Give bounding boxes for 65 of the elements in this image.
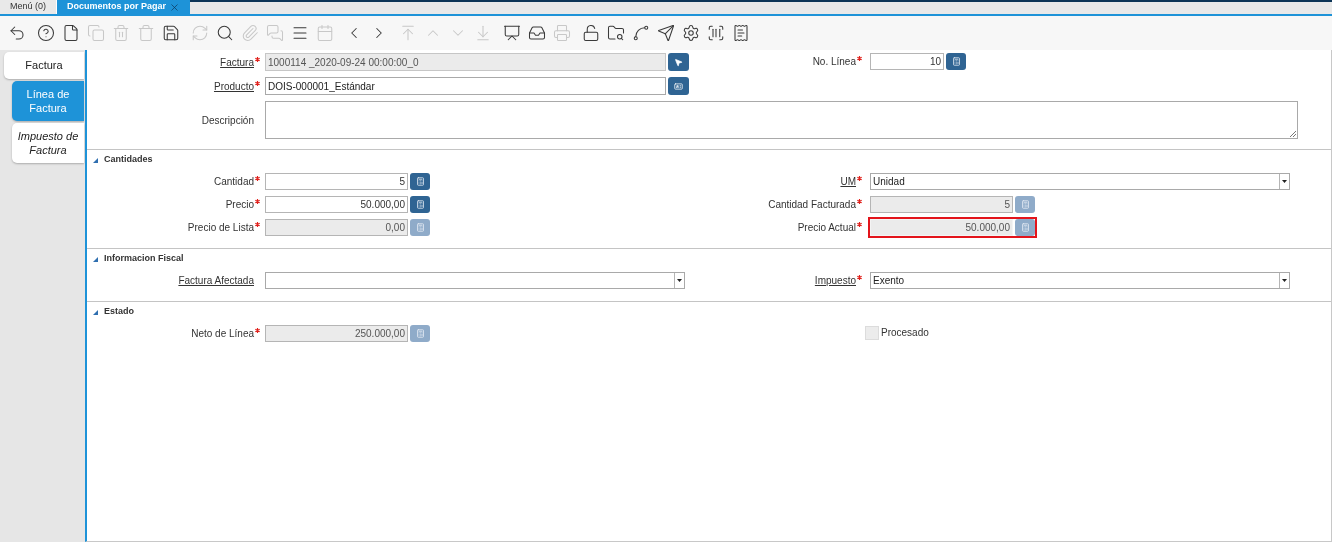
folder-search-icon[interactable] <box>606 24 625 42</box>
dropdown-arrow-icon[interactable] <box>1279 273 1289 288</box>
collapse-icon[interactable] <box>93 309 98 315</box>
number-field[interactable]: 0,00 <box>265 219 408 236</box>
cursor-icon[interactable] <box>674 57 683 67</box>
field-label: Precio Actual <box>797 221 856 235</box>
close-icon[interactable] <box>169 1 181 13</box>
section-title: Informacion Fiscal <box>104 252 184 266</box>
new-document-icon[interactable] <box>61 24 80 42</box>
text-field[interactable]: 1000114 _2020-09-24 00:00:00_0 <box>265 53 666 71</box>
send-icon[interactable] <box>656 24 675 42</box>
field-label: Neto de Línea <box>191 327 254 341</box>
collapse-icon[interactable] <box>93 256 98 262</box>
checkbox-label: Procesado <box>881 326 929 340</box>
number-field[interactable]: 10 <box>870 53 944 70</box>
field-label: Cantidad <box>213 175 254 189</box>
field-label: Descripción <box>201 113 254 128</box>
side-tab[interactable]: Impuesto de Factura <box>12 123 84 163</box>
calculator-icon[interactable] <box>415 177 425 186</box>
number-field[interactable]: 50.000,00 <box>265 196 408 213</box>
field-label: No. Línea <box>812 55 856 69</box>
field-label: Precio de Lista <box>187 221 254 235</box>
checkbox[interactable] <box>865 325 879 340</box>
lock-icon[interactable] <box>581 24 600 42</box>
number-field[interactable]: 250.000,00 <box>265 325 408 342</box>
text-field[interactable]: DOIS-000001_Estándar <box>265 77 666 95</box>
save-icon[interactable] <box>161 24 180 42</box>
calculator-icon[interactable] <box>951 57 961 66</box>
dropdown-arrow-icon[interactable] <box>674 273 684 288</box>
calculator-button[interactable] <box>410 196 430 213</box>
field-label: Precio <box>225 198 254 212</box>
field-label: Cantidad Facturada <box>768 198 856 212</box>
resize-handle-icon[interactable] <box>1289 130 1296 137</box>
calculator-icon[interactable] <box>415 200 425 209</box>
dropdown-field[interactable]: Unidad <box>870 173 1290 190</box>
report-icon[interactable] <box>502 24 521 42</box>
field-label[interactable]: Producto <box>213 78 254 94</box>
help-icon[interactable] <box>36 24 55 42</box>
section-title: Cantidades <box>104 153 153 167</box>
number-field[interactable]: 5 <box>870 196 1013 213</box>
settings-icon[interactable] <box>681 24 700 42</box>
window-tab[interactable]: Menú (0) <box>0 0 57 14</box>
search-icon[interactable] <box>215 24 234 42</box>
calculator-button[interactable] <box>946 53 966 70</box>
dropdown-field[interactable] <box>265 272 685 289</box>
dropdown-arrow-icon[interactable] <box>1279 174 1289 189</box>
barcode-icon[interactable] <box>706 24 725 42</box>
calculator-button[interactable] <box>410 173 430 190</box>
id-card-icon[interactable] <box>674 81 683 91</box>
field-label[interactable]: UM <box>840 174 856 189</box>
section-title: Estado <box>104 305 134 319</box>
side-tab[interactable]: Factura <box>4 52 84 79</box>
number-field[interactable]: 5 <box>265 173 408 190</box>
dropdown-field[interactable]: Exento <box>870 272 1290 289</box>
field-label[interactable]: Impuesto <box>814 273 856 288</box>
field-label[interactable]: Factura Afectada <box>178 273 254 288</box>
description-field[interactable] <box>265 101 1298 139</box>
number-field[interactable]: 50.000,00 <box>870 219 1013 236</box>
workflow-icon[interactable] <box>631 24 650 42</box>
field-label[interactable]: Factura <box>220 54 254 70</box>
inbox-icon[interactable] <box>527 24 546 42</box>
collapse-icon[interactable] <box>93 157 98 163</box>
document-icon[interactable] <box>731 24 750 42</box>
menu-icon[interactable] <box>290 24 309 42</box>
undo-icon[interactable] <box>7 24 26 42</box>
